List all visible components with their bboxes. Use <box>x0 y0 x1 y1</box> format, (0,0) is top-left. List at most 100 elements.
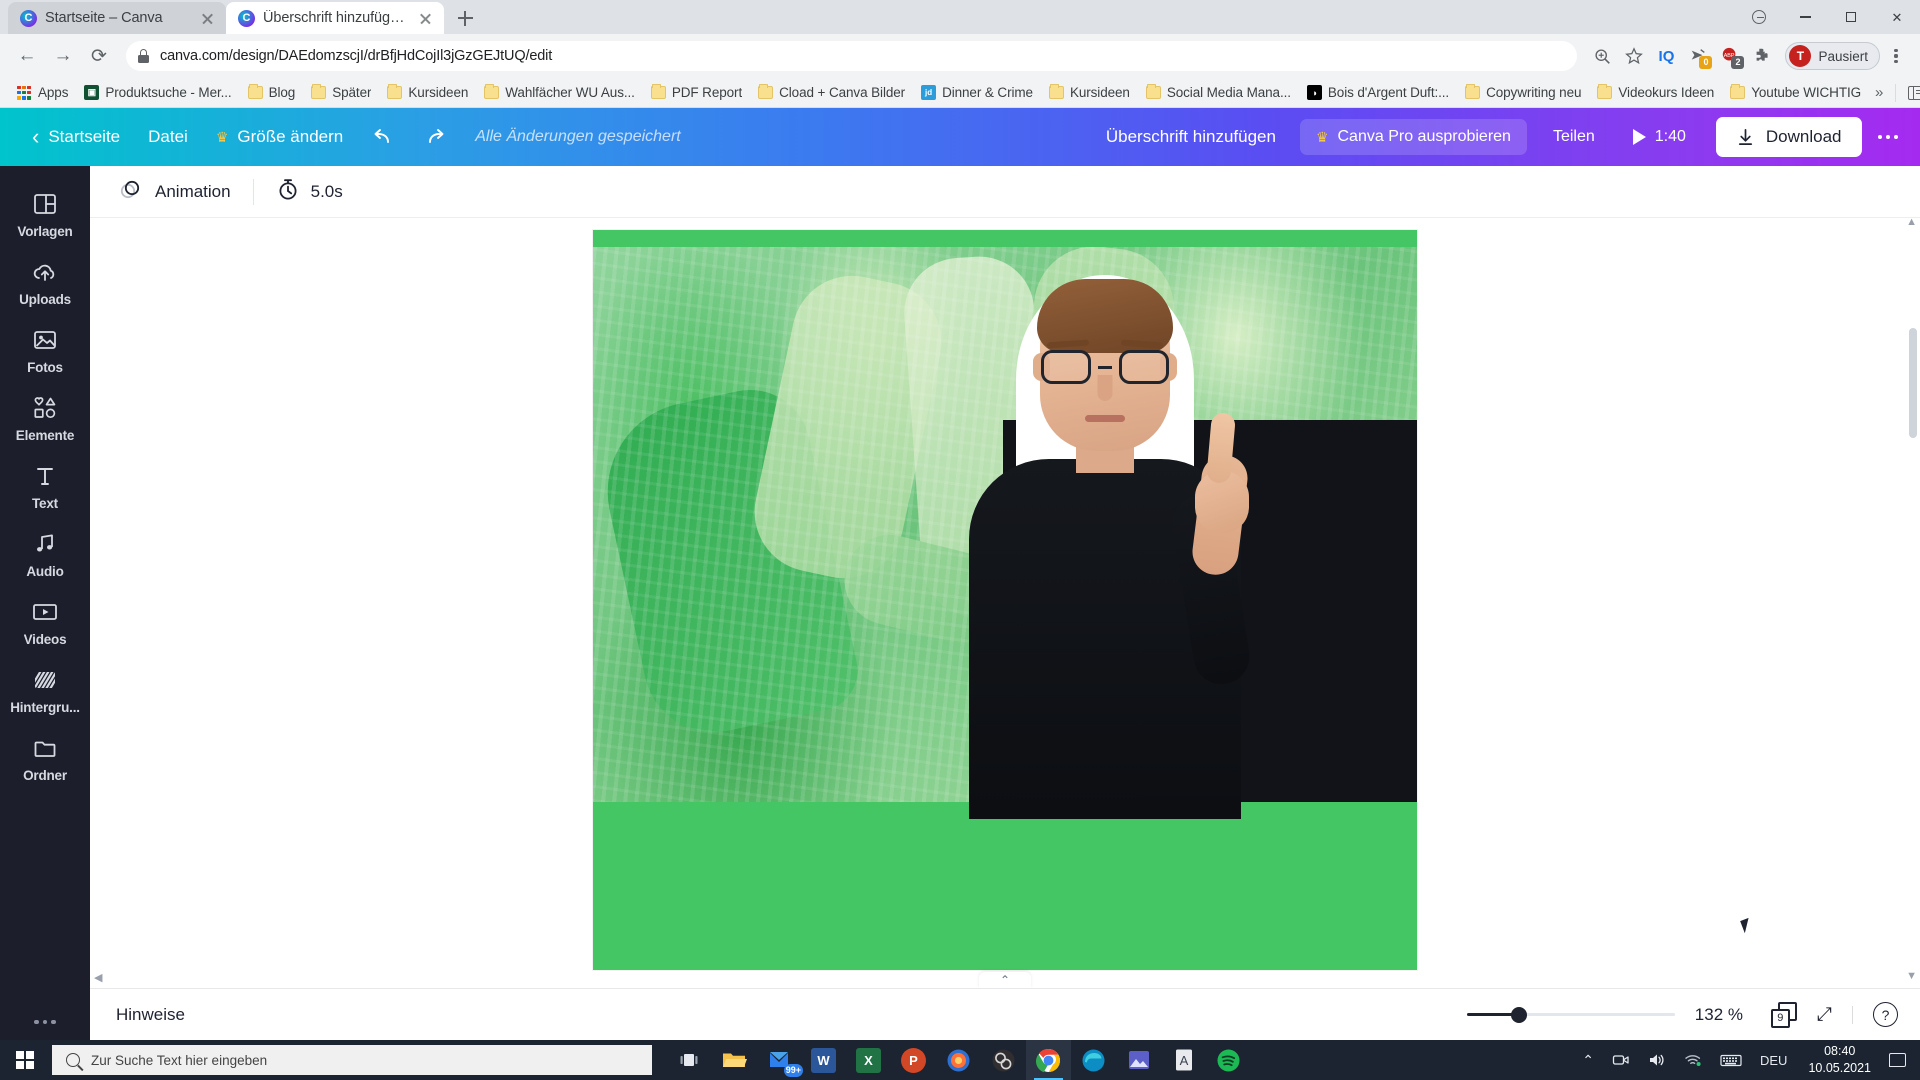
browser-tab-2[interactable]: C Überschrift hinzufügen – Logo <box>226 2 444 34</box>
extension-pushbullet-icon[interactable]: 0 <box>1683 41 1713 71</box>
collapse-panel-button[interactable]: ⌃ <box>979 972 1031 988</box>
taskbar-word[interactable]: W <box>801 1040 846 1080</box>
tab-close-icon[interactable] <box>199 10 216 27</box>
bookmark-item[interactable]: Videokurs Ideen <box>1589 82 1722 103</box>
taskbar-task-view-button[interactable] <box>666 1040 711 1080</box>
profile-chip[interactable]: T Pausiert <box>1785 42 1880 70</box>
wifi-icon[interactable] <box>1675 1040 1711 1080</box>
sidebar-item-videos[interactable]: Videos <box>0 588 90 656</box>
page-manager-button[interactable]: 9 <box>1770 1001 1797 1028</box>
person-cutout[interactable] <box>875 245 1335 819</box>
window-maximize-button[interactable] <box>1828 0 1874 34</box>
address-bar[interactable]: canva.com/design/DAEdomzscjI/drBfjHdCojI… <box>126 41 1578 71</box>
bookmark-apps[interactable]: Apps <box>8 82 76 104</box>
resize-button[interactable]: ♛ Größe ändern <box>202 119 357 155</box>
bookmark-item[interactable]: Kursideen <box>1041 82 1138 103</box>
zoom-slider-handle[interactable] <box>1510 1006 1527 1023</box>
bookmark-item[interactable]: jd Dinner & Crime <box>913 82 1041 103</box>
taskbar-file-explorer[interactable] <box>711 1040 756 1080</box>
taskbar-edge[interactable] <box>1071 1040 1116 1080</box>
pages-count: 9 <box>1770 1008 1790 1028</box>
taskbar-firefox[interactable] <box>936 1040 981 1080</box>
bookmark-item[interactable]: Cload + Canva Bilder <box>750 82 913 103</box>
download-button[interactable]: Download <box>1715 117 1862 157</box>
extensions-puzzle-icon[interactable] <box>1747 41 1777 71</box>
sidebar-item-vorlagen[interactable]: Vorlagen <box>0 180 90 248</box>
home-button[interactable]: ‹ Startseite <box>18 118 134 156</box>
sidebar-item-elemente[interactable]: Elemente <box>0 384 90 452</box>
taskbar-photos-app[interactable] <box>1116 1040 1161 1080</box>
reload-button[interactable]: ⟳ <box>82 39 116 73</box>
extension-iq-icon[interactable]: IQ <box>1651 41 1681 71</box>
animation-button[interactable]: Animation <box>106 170 243 213</box>
bookmark-item[interactable]: Wahlfächer WU Aus... <box>476 82 643 103</box>
reading-list-button[interactable]: Leseliste <box>1902 82 1920 103</box>
extension-adblock-icon[interactable]: ABP 2 <box>1715 41 1745 71</box>
share-button[interactable]: Teilen <box>1537 119 1611 155</box>
bookmark-item[interactable]: PDF Report <box>643 82 750 103</box>
design-page[interactable] <box>593 230 1417 970</box>
keyboard-icon[interactable] <box>1711 1040 1751 1080</box>
forward-button[interactable]: → <box>46 39 80 73</box>
taskbar-clock[interactable]: 08:40 10.05.2021 <box>1796 1040 1883 1080</box>
notification-icon[interactable] <box>1889 1053 1906 1067</box>
tray-chevron-icon[interactable]: ⌃ <box>1573 1040 1603 1080</box>
bookmark-item[interactable]: Blog <box>240 82 304 103</box>
bookmark-item[interactable]: ◑ Bois d'Argent Duft:... <box>1299 82 1457 103</box>
document-title-button[interactable]: Überschrift hinzufügen <box>1092 119 1290 155</box>
duration-button[interactable]: 5.0s <box>264 170 355 213</box>
zoom-in-icon[interactable] <box>1587 41 1617 71</box>
sidebar-item-ordner[interactable]: Ordner <box>0 724 90 792</box>
taskbar-mail-app[interactable]: 99+ <box>756 1040 803 1080</box>
scroll-down-arrow[interactable]: ▼ <box>1906 970 1917 982</box>
tab-close-icon[interactable] <box>417 10 434 27</box>
start-button[interactable] <box>2 1040 48 1080</box>
bookmark-item[interactable]: Kursideen <box>379 82 476 103</box>
undo-button[interactable] <box>357 118 409 156</box>
bookmarks-overflow-button[interactable]: » <box>1869 84 1889 101</box>
taskbar-acrobat[interactable]: A <box>1161 1040 1206 1080</box>
taskbar-spotify[interactable] <box>1206 1040 1251 1080</box>
scrollbar-thumb[interactable] <box>1909 328 1917 438</box>
scroll-left-arrow[interactable]: ◀ <box>94 971 102 984</box>
chrome-menu-button[interactable] <box>1882 41 1910 71</box>
zoom-slider[interactable] <box>1466 1006 1675 1023</box>
expand-diagonal-icon[interactable]: ⤢ <box>1817 1004 1832 1026</box>
back-button[interactable]: ← <box>10 39 44 73</box>
speaker-icon[interactable] <box>1639 1040 1675 1080</box>
notes-button[interactable]: Hinweise <box>116 1005 185 1025</box>
file-menu-button[interactable]: Datei <box>134 119 202 155</box>
new-tab-button[interactable] <box>448 2 482 34</box>
more-options-button[interactable] <box>1868 125 1909 150</box>
sidebar-item-fotos[interactable]: Fotos <box>0 316 90 384</box>
window-minimize-button-2[interactable] <box>1782 0 1828 34</box>
browser-tab-1[interactable]: C Startseite – Canva <box>8 2 226 34</box>
help-question-icon[interactable]: ? <box>1873 1002 1898 1027</box>
taskbar-search-box[interactable]: Zur Suche Text hier eingeben <box>52 1045 652 1075</box>
window-minimize-button[interactable] <box>1736 0 1782 34</box>
taskbar-powerpoint[interactable]: P <box>891 1040 936 1080</box>
bookmark-item[interactable]: Social Media Mana... <box>1138 82 1299 103</box>
camera-icon[interactable] <box>1603 1040 1639 1080</box>
sidebar-item-audio[interactable]: Audio <box>0 520 90 588</box>
present-button[interactable]: 1:40 <box>1617 119 1702 155</box>
sidebar-more-button[interactable] <box>34 1019 56 1024</box>
sidebar-item-uploads[interactable]: Uploads <box>0 248 90 316</box>
canvas-area[interactable]: ⌃ ▲ ▼ ◀ <box>90 218 1920 988</box>
canvas-vertical-scrollbar[interactable] <box>1909 228 1917 958</box>
language-indicator[interactable]: DEU <box>1751 1040 1796 1080</box>
redo-button[interactable] <box>409 118 461 156</box>
bookmark-item[interactable]: Copywriting neu <box>1457 82 1589 103</box>
try-canva-pro-button[interactable]: ♛ Canva Pro ausprobieren <box>1299 119 1527 155</box>
bookmark-item[interactable]: Später <box>303 82 379 103</box>
sidebar-item-hintergrund[interactable]: Hintergru... <box>0 656 90 724</box>
bookmark-item[interactable]: Youtube WICHTIG <box>1722 82 1869 103</box>
sidebar-item-text[interactable]: Text <box>0 452 90 520</box>
window-close-button[interactable]: ✕ <box>1874 0 1920 34</box>
taskbar-chrome[interactable] <box>1026 1040 1071 1080</box>
taskbar-excel[interactable]: X <box>846 1040 891 1080</box>
bookmark-item[interactable]: ▣ Produktsuche - Mer... <box>76 82 239 103</box>
bookmark-star-icon[interactable] <box>1619 41 1649 71</box>
taskbar-obs-studio[interactable] <box>981 1040 1026 1080</box>
scroll-up-arrow[interactable]: ▲ <box>1906 218 1917 228</box>
